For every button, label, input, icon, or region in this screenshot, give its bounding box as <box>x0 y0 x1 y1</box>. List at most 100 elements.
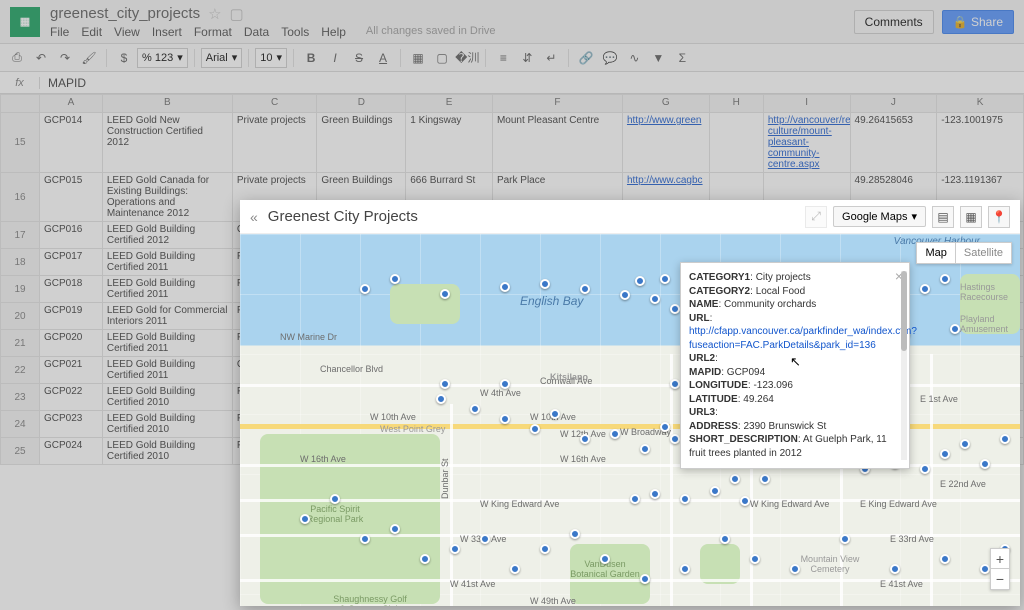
menu-data[interactable]: Data <box>244 25 269 39</box>
row-header[interactable]: 20 <box>1 303 40 330</box>
map-pin[interactable] <box>740 496 750 506</box>
cell[interactable]: GCP016 <box>40 222 103 249</box>
map-pin[interactable] <box>360 284 370 294</box>
menu-view[interactable]: View <box>114 25 140 39</box>
folder-icon[interactable]: ▢ <box>230 5 244 23</box>
map-pin[interactable] <box>550 409 560 419</box>
map-pin[interactable] <box>480 534 490 544</box>
map-pin[interactable] <box>660 422 670 432</box>
cell[interactable]: GCP020 <box>40 330 103 357</box>
map-pin[interactable] <box>960 439 970 449</box>
merge-icon[interactable]: �汌 <box>455 47 479 69</box>
row-header[interactable]: 17 <box>1 222 40 249</box>
row-header[interactable]: 15 <box>1 113 40 173</box>
map-pin[interactable] <box>950 324 960 334</box>
basemap-select[interactable]: Google Maps ▾ <box>833 206 926 227</box>
column-header[interactable]: F <box>492 95 622 113</box>
column-header[interactable]: C <box>232 95 317 113</box>
grid-view-icon[interactable]: ▤ <box>932 206 954 228</box>
map-pin[interactable] <box>540 279 550 289</box>
map-pin[interactable] <box>750 554 760 564</box>
map-pin[interactable] <box>840 534 850 544</box>
cell[interactable]: GCP024 <box>40 438 103 465</box>
strike-icon[interactable]: S <box>348 47 370 69</box>
halign-icon[interactable]: ≡ <box>492 47 514 69</box>
column-header[interactable]: H <box>709 95 763 113</box>
map-pin[interactable] <box>650 294 660 304</box>
print-icon[interactable]: ⎙ <box>6 47 28 69</box>
map-pin[interactable] <box>580 284 590 294</box>
doc-title[interactable]: greenest_city_projects <box>50 5 200 22</box>
map-pin[interactable] <box>450 544 460 554</box>
map-pin[interactable] <box>390 274 400 284</box>
menu-help[interactable]: Help <box>321 25 346 39</box>
borders-icon[interactable]: ▢ <box>431 47 453 69</box>
row-header[interactable]: 19 <box>1 276 40 303</box>
cell[interactable]: LEED Gold New Construction Certified 201… <box>102 113 232 173</box>
currency-icon[interactable]: $ <box>113 47 135 69</box>
cell[interactable]: LEED Gold for Commercial Interiors 2011 <box>102 303 232 330</box>
column-header[interactable]: G <box>622 95 709 113</box>
collapse-chevron-icon[interactable]: « <box>250 209 258 225</box>
menu-tools[interactable]: Tools <box>281 25 309 39</box>
map-pin[interactable] <box>610 429 620 439</box>
map-pin[interactable] <box>500 282 510 292</box>
comment-icon[interactable]: 💬 <box>599 47 621 69</box>
cell[interactable]: LEED Gold Building Certified 2010 <box>102 411 232 438</box>
info-link[interactable]: http://cfapp.vancouver.ca/parkfinder_wa/… <box>689 326 917 351</box>
map-pin[interactable] <box>500 379 510 389</box>
map-pin[interactable] <box>940 449 950 459</box>
undo-icon[interactable]: ↶ <box>30 47 52 69</box>
chart-icon[interactable]: ∿ <box>623 47 645 69</box>
functions-icon[interactable]: Σ <box>671 47 693 69</box>
map-pin[interactable] <box>940 554 950 564</box>
column-header[interactable]: A <box>40 95 103 113</box>
pin-view-icon[interactable]: 📍 <box>988 206 1010 228</box>
map-pin[interactable] <box>890 564 900 574</box>
redo-icon[interactable]: ↷ <box>54 47 76 69</box>
map-pin[interactable] <box>720 534 730 544</box>
map-pin[interactable] <box>436 394 446 404</box>
cell[interactable]: LEED Gold Building Certified 2011 <box>102 249 232 276</box>
row-header[interactable]: 24 <box>1 411 40 438</box>
italic-icon[interactable]: I <box>324 47 346 69</box>
cell[interactable]: LEED Gold Building Certified 2011 <box>102 330 232 357</box>
column-header[interactable]: D <box>317 95 406 113</box>
menu-format[interactable]: Format <box>194 25 232 39</box>
row-header[interactable]: 25 <box>1 438 40 465</box>
map-pin[interactable] <box>440 379 450 389</box>
cell[interactable]: LEED Gold Building Certified 2011 <box>102 276 232 303</box>
map-pin[interactable] <box>980 459 990 469</box>
map-pin[interactable] <box>530 424 540 434</box>
cell[interactable]: GCP018 <box>40 276 103 303</box>
cell[interactable]: 49.26415653 <box>850 113 937 173</box>
map-pin[interactable] <box>510 564 520 574</box>
card-view-icon[interactable]: ▦ <box>960 206 982 228</box>
maptype-map[interactable]: Map <box>917 243 955 263</box>
text-color-icon[interactable]: A <box>372 47 394 69</box>
row-header[interactable]: 18 <box>1 249 40 276</box>
column-header[interactable]: K <box>937 95 1024 113</box>
map-pin[interactable] <box>670 434 680 444</box>
cell[interactable]: LEED Gold Canada for Existing Buildings:… <box>102 173 232 222</box>
cell[interactable]: 1 Kingsway <box>406 113 493 173</box>
cell[interactable] <box>709 113 763 173</box>
filter-icon[interactable]: ▼ <box>647 47 669 69</box>
link-icon[interactable]: 🔗 <box>575 47 597 69</box>
cell[interactable]: LEED Gold Building Certified 2010 <box>102 384 232 411</box>
map-pin[interactable] <box>640 444 650 454</box>
map-pin[interactable] <box>670 304 680 314</box>
bold-icon[interactable]: B <box>300 47 322 69</box>
row-header[interactable]: 23 <box>1 384 40 411</box>
cell[interactable]: -123.1001975 <box>937 113 1024 173</box>
row-header[interactable]: 21 <box>1 330 40 357</box>
cell[interactable]: GCP022 <box>40 384 103 411</box>
cell[interactable]: GCP017 <box>40 249 103 276</box>
row-header[interactable]: 16 <box>1 173 40 222</box>
cell[interactable]: http://www.green <box>622 113 709 173</box>
number-format-select[interactable]: % 123 ▾ <box>137 48 188 68</box>
formula-input[interactable]: MAPID <box>40 76 1024 90</box>
map-pin[interactable] <box>600 554 610 564</box>
map-pin[interactable] <box>680 494 690 504</box>
column-header[interactable]: I <box>763 95 850 113</box>
